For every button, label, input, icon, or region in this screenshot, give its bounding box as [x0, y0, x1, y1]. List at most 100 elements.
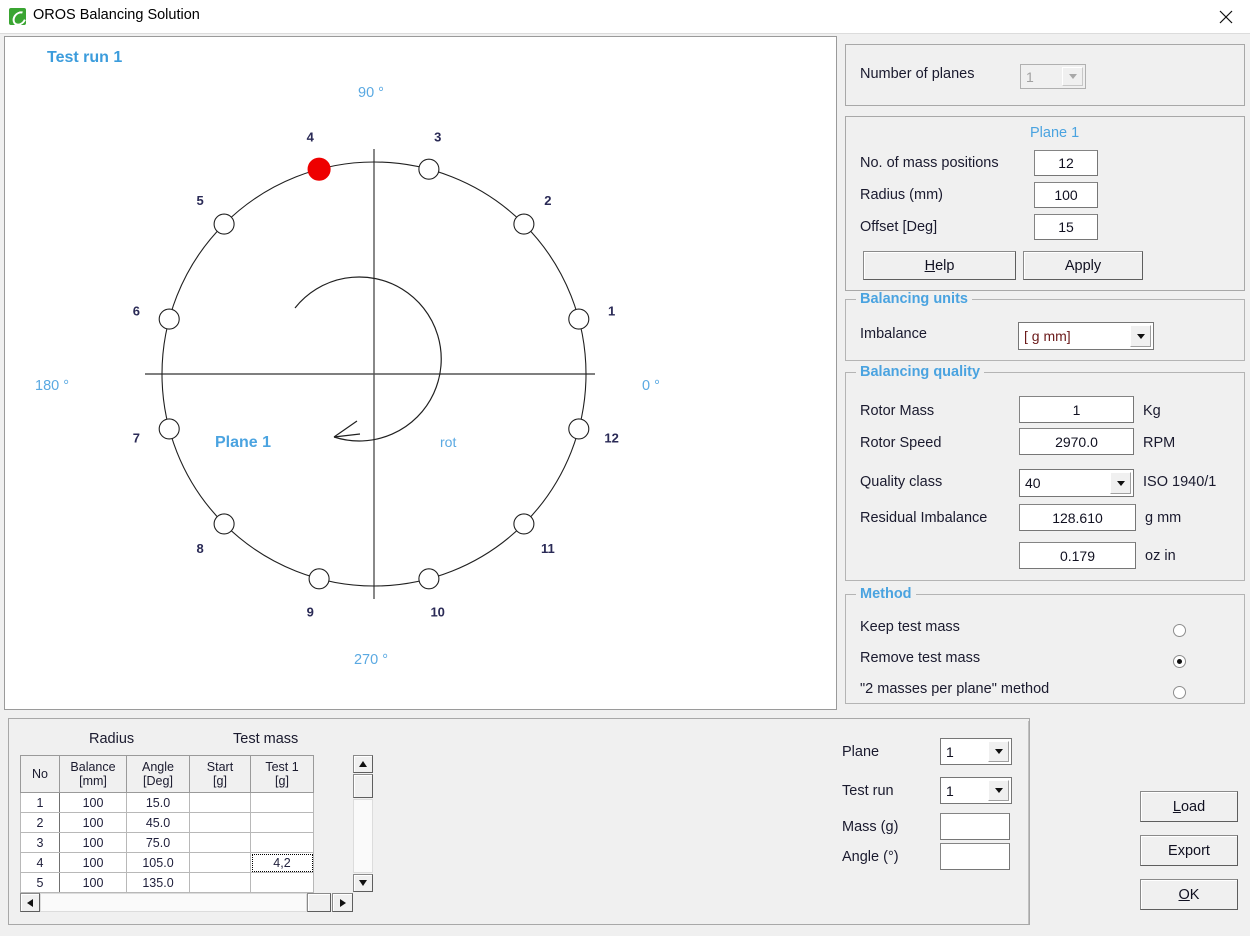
polar-plot: 90 ° 270 ° 180 ° 0 ° Plane 1 rot 1234567…: [35, 85, 660, 668]
apply-button[interactable]: Apply: [1023, 251, 1143, 280]
cell-balance[interactable]: 100: [59, 872, 127, 894]
cell-balance[interactable]: 100: [59, 812, 127, 834]
cell-angle[interactable]: 15.0: [126, 792, 190, 814]
cell-balance[interactable]: 100: [59, 852, 127, 874]
mass-position-marker-1[interactable]: [568, 308, 590, 330]
rotor-speed-input[interactable]: 2970.0: [1019, 428, 1134, 455]
grid-scroll-down-button[interactable]: [353, 874, 373, 892]
mass-position-label-3: 3: [434, 129, 441, 144]
help-button[interactable]: Help: [863, 251, 1016, 280]
panel-divider: [1028, 721, 1029, 924]
mass-position-marker-11[interactable]: [513, 513, 535, 535]
quality-class-unit: ISO 1940/1: [1143, 474, 1217, 490]
cell-angle[interactable]: 45.0: [126, 812, 190, 834]
ok-button[interactable]: OK: [1140, 879, 1238, 910]
table-row[interactable]: 4 100 105.0 4,2: [20, 852, 314, 874]
offset-label: Offset [Deg]: [860, 219, 938, 235]
close-button[interactable]: [1204, 0, 1250, 32]
cell-no[interactable]: 5: [20, 872, 60, 894]
cell-no[interactable]: 3: [20, 832, 60, 854]
mass-position-label-6: 6: [133, 303, 140, 318]
mass-positions-input[interactable]: 12: [1034, 150, 1098, 176]
mass-position-label-7: 7: [133, 431, 140, 446]
mass-position-marker-7[interactable]: [158, 418, 180, 440]
table-column-header-3[interactable]: Start [g]: [189, 754, 251, 794]
rot-label: rot: [440, 434, 456, 450]
grid-vscroll-track[interactable]: [353, 799, 373, 873]
balancing-units-title: Balancing units: [856, 291, 972, 307]
mass-position-label-12: 12: [604, 431, 618, 446]
triangle-left-icon: [27, 898, 33, 907]
table-row[interactable]: 5 100 135.0: [20, 872, 314, 894]
cell-no[interactable]: 2: [20, 812, 60, 834]
radius-input[interactable]: 100: [1034, 182, 1098, 208]
plane-settings-heading: Plane 1: [1030, 125, 1080, 141]
table-column-header-4[interactable]: Test 1 [g]: [250, 754, 314, 794]
cell-test1[interactable]: [250, 872, 314, 894]
residual-imbalance-label: Residual Imbalance: [860, 510, 988, 526]
mass-position-marker-3[interactable]: [418, 158, 440, 180]
cell-balance[interactable]: 100: [59, 792, 127, 814]
cell-start[interactable]: [189, 872, 251, 894]
mass-position-marker-12[interactable]: [568, 418, 590, 440]
cell-angle[interactable]: 135.0: [126, 872, 190, 894]
mass-position-label-10: 10: [430, 605, 444, 620]
test-run-select[interactable]: 1: [940, 777, 1012, 804]
residual-imbalance-alt-input[interactable]: 0.179: [1019, 542, 1136, 569]
cell-start[interactable]: [189, 832, 251, 854]
method-radio-1[interactable]: [1173, 655, 1186, 668]
cell-balance[interactable]: 100: [59, 832, 127, 854]
grid-hscroll-thumb[interactable]: [307, 893, 331, 912]
table-column-header-1[interactable]: Balance [mm]: [59, 754, 127, 794]
table-row[interactable]: 3 100 75.0: [20, 832, 314, 854]
method-radio-0[interactable]: [1173, 624, 1186, 637]
mass-position-marker-4[interactable]: [307, 157, 331, 181]
number-of-planes-value: 1: [1026, 68, 1034, 85]
mass-position-marker-8[interactable]: [213, 513, 235, 535]
table-column-header-2[interactable]: Angle [Deg]: [126, 754, 190, 794]
grid-scroll-right-button[interactable]: [332, 893, 353, 912]
triangle-right-icon: [339, 898, 346, 907]
mass-position-marker-6[interactable]: [158, 308, 180, 330]
load-button[interactable]: Load: [1140, 791, 1238, 822]
table-row[interactable]: 2 100 45.0: [20, 812, 314, 834]
balance-table[interactable]: No Balance [mm] Angle [Deg] Start [g] Test 1 [g]…: [20, 754, 314, 894]
cell-test1[interactable]: [250, 812, 314, 834]
grid-vscroll-thumb[interactable]: [353, 774, 373, 798]
imbalance-units-value: [ g mm]: [1024, 328, 1071, 344]
mass-position-marker-2[interactable]: [513, 213, 535, 235]
mass-input[interactable]: [940, 813, 1010, 840]
cell-no[interactable]: 4: [20, 852, 60, 874]
plane-select[interactable]: 1: [940, 738, 1012, 765]
cell-start[interactable]: [189, 852, 251, 874]
method-radio-2[interactable]: [1173, 686, 1186, 699]
cell-start[interactable]: [189, 792, 251, 814]
cell-test1[interactable]: [250, 792, 314, 814]
cell-start[interactable]: [189, 812, 251, 834]
cell-angle[interactable]: 105.0: [126, 852, 190, 874]
grid-hscroll-track[interactable]: [40, 893, 307, 912]
table-column-header-0[interactable]: No: [20, 754, 60, 794]
cell-angle[interactable]: 75.0: [126, 832, 190, 854]
residual-imbalance-input[interactable]: 128.610: [1019, 504, 1136, 531]
mass-position-marker-9[interactable]: [308, 568, 330, 590]
cell-test1[interactable]: [250, 832, 314, 854]
angle-input[interactable]: [940, 843, 1010, 870]
number-of-planes-select[interactable]: 1: [1020, 64, 1086, 89]
cell-test1[interactable]: 4,2: [250, 852, 314, 874]
table-row[interactable]: 1 100 15.0: [20, 792, 314, 814]
rotor-mass-input[interactable]: 1: [1019, 396, 1134, 423]
export-button[interactable]: Export: [1140, 835, 1238, 866]
mass-position-marker-5[interactable]: [213, 213, 235, 235]
grid-scroll-up-button[interactable]: [353, 755, 373, 773]
balancing-chart-canvas[interactable]: Test run 1 90 ° 270 ° 180 ° 0 ° Plane 1 …: [4, 36, 837, 710]
mass-position-label-5: 5: [196, 193, 203, 208]
imbalance-units-select[interactable]: [ g mm]: [1018, 322, 1154, 350]
mass-position-marker-10[interactable]: [418, 568, 440, 590]
offset-input[interactable]: 15: [1034, 214, 1098, 240]
grid-scroll-left-button[interactable]: [20, 893, 40, 912]
axis-label-90: 90 °: [358, 85, 384, 101]
cell-no[interactable]: 1: [20, 792, 60, 814]
quality-class-select[interactable]: 40: [1019, 469, 1134, 497]
chevron-down-icon: [1110, 472, 1131, 494]
